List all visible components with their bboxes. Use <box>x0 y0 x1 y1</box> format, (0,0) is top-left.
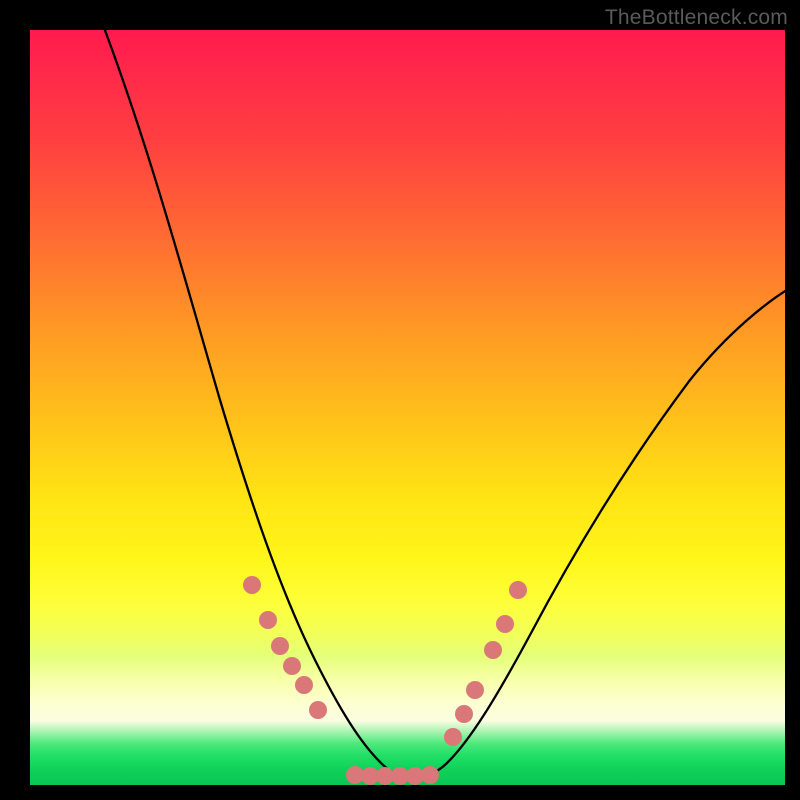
left-curve <box>103 30 402 776</box>
plot-area <box>30 30 785 785</box>
left-dots <box>243 576 327 719</box>
chart-frame: TheBottleneck.com <box>0 0 800 800</box>
right-curve <box>425 288 785 776</box>
bottom-dots <box>346 766 439 785</box>
watermark-text: TheBottleneck.com <box>605 6 788 30</box>
curve-layer <box>30 30 785 785</box>
